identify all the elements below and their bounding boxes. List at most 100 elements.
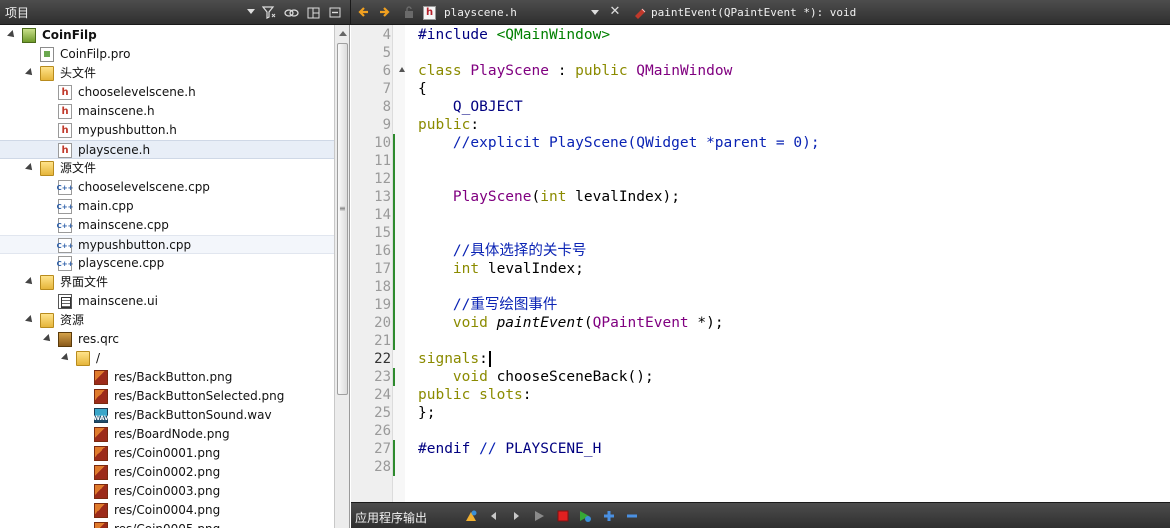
code-line[interactable]: 8 Q_OBJECT	[351, 98, 1170, 116]
tree-item[interactable]: C++ chooselevelscene.cpp	[0, 178, 334, 197]
tree-item[interactable]: 源文件	[0, 159, 334, 178]
code-line[interactable]: 26	[351, 422, 1170, 440]
expand-arrow-icon[interactable]	[7, 30, 17, 40]
code-text: public slots:	[418, 387, 532, 403]
tree-item[interactable]: res/Coin0005.png	[0, 520, 334, 528]
expand-arrow-icon[interactable]	[25, 163, 35, 173]
attach-debugger-icon[interactable]	[464, 509, 478, 523]
project-view-selector[interactable]: 项目	[3, 3, 257, 22]
close-document-icon[interactable]: ✕	[608, 5, 622, 19]
change-marker	[393, 188, 395, 206]
line-number: 25	[374, 405, 391, 421]
split-view-icon[interactable]	[304, 4, 322, 21]
tree-item[interactable]: C++ playscene.cpp	[0, 254, 334, 273]
line-number: 17	[374, 261, 391, 277]
code-editor[interactable]: 4 #include <QMainWindow> 5 6 class PlayScene…	[351, 25, 1170, 502]
tree-item[interactable]: C++ main.cpp	[0, 197, 334, 216]
tree-item[interactable]: CoinFilp.pro	[0, 45, 334, 64]
line-number: 16	[374, 243, 391, 259]
expand-arrow-icon[interactable]	[61, 353, 71, 363]
tree-item[interactable]: res/BackButtonSelected.png	[0, 387, 334, 406]
link-sync-icon[interactable]	[282, 4, 300, 21]
expand-arrow-icon[interactable]	[25, 68, 35, 78]
tree-item[interactable]: 头文件	[0, 64, 334, 83]
filter-icon[interactable]	[260, 4, 278, 21]
change-marker	[393, 458, 395, 476]
fold-arrow-icon[interactable]	[399, 67, 405, 72]
forward-arrow-icon[interactable]	[378, 5, 392, 19]
code-line[interactable]: 21	[351, 332, 1170, 350]
tree-item[interactable]: /	[0, 349, 334, 368]
code-line[interactable]: 27 #endif // PLAYSCENE_H	[351, 440, 1170, 458]
tree-item[interactable]: h chooselevelscene.h	[0, 83, 334, 102]
code-line[interactable]: 24 public slots:	[351, 386, 1170, 404]
code-line[interactable]: 7{	[351, 80, 1170, 98]
back-arrow-icon[interactable]	[356, 5, 370, 19]
code-line[interactable]: 16 //具体选择的关卡号	[351, 242, 1170, 260]
expand-arrow-icon[interactable]	[25, 277, 35, 287]
code-text: #include <QMainWindow>	[418, 27, 611, 43]
code-line[interactable]: 25};	[351, 404, 1170, 422]
tree-item[interactable]: res/Coin0003.png	[0, 482, 334, 501]
expand-arrow-icon[interactable]	[43, 334, 53, 344]
code-line[interactable]: 11	[351, 152, 1170, 170]
cpp-file-icon: C++	[57, 256, 73, 271]
tree-item[interactable]: res.qrc	[0, 330, 334, 349]
lock-icon[interactable]	[402, 5, 416, 19]
code-line[interactable]: 14	[351, 206, 1170, 224]
project-view-label: 项目	[5, 6, 30, 20]
code-line[interactable]: 6 class PlayScene : public QMainWindow	[351, 62, 1170, 80]
run-icon[interactable]	[532, 509, 546, 523]
scrollbar-thumb[interactable]	[337, 43, 348, 395]
tree-item[interactable]: mainscene.ui	[0, 292, 334, 311]
png-file-icon	[94, 389, 108, 404]
tree-item[interactable]: h mainscene.h	[0, 102, 334, 121]
tree-item[interactable]: res/Coin0004.png	[0, 501, 334, 520]
chevron-down-icon	[247, 9, 255, 14]
code-line[interactable]: 23 void chooseSceneBack();	[351, 368, 1170, 386]
tree-scrollbar[interactable]: ≡	[334, 25, 350, 528]
expand-arrow-icon[interactable]	[25, 315, 35, 325]
tree-item[interactable]: CoinFilp	[0, 26, 334, 45]
scroll-up-icon[interactable]	[339, 31, 347, 36]
code-line[interactable]: 5	[351, 44, 1170, 62]
tree-item[interactable]: WAV res/BackButtonSound.wav	[0, 406, 334, 425]
code-line[interactable]: 18	[351, 278, 1170, 296]
project-tree[interactable]: CoinFilp CoinFilp.pro 头文件 h chooselevelscene…	[0, 25, 334, 528]
tree-item[interactable]: res/BoardNode.png	[0, 425, 334, 444]
close-pane-icon[interactable]	[326, 4, 344, 21]
code-line[interactable]: 19 //重写绘图事件	[351, 296, 1170, 314]
code-line[interactable]: 4 #include <QMainWindow>	[351, 26, 1170, 44]
change-marker	[393, 170, 395, 188]
code-line[interactable]: 12	[351, 170, 1170, 188]
code-line[interactable]: 28	[351, 458, 1170, 476]
tree-item[interactable]: h mypushbutton.h	[0, 121, 334, 140]
code-line[interactable]: 13 PlayScene(int levalIndex);	[351, 188, 1170, 206]
run-target-icon[interactable]	[578, 509, 592, 523]
code-line[interactable]: 9 public:	[351, 116, 1170, 134]
open-file-selector[interactable]: h playscene.h	[423, 3, 603, 22]
zoom-out-icon[interactable]	[625, 509, 639, 523]
symbol-selector[interactable]: paintEvent(QPaintEvent *): void	[633, 3, 856, 22]
stop-icon[interactable]	[556, 509, 570, 523]
tree-item[interactable]: C++ mypushbutton.cpp	[0, 235, 334, 254]
next-item-icon[interactable]	[509, 509, 523, 523]
tree-item-label: playscene.h	[78, 143, 151, 157]
tree-item[interactable]: 界面文件	[0, 273, 334, 292]
code-line[interactable]: 17 int levalIndex;	[351, 260, 1170, 278]
zoom-in-icon[interactable]	[602, 509, 616, 523]
code-line[interactable]: 10 //explicit PlayScene(QWidget *parent …	[351, 134, 1170, 152]
tree-item[interactable]: C++ mainscene.cpp	[0, 216, 334, 235]
chevron-down-icon	[591, 10, 599, 15]
tree-item[interactable]: res/Coin0001.png	[0, 444, 334, 463]
tree-item[interactable]: h playscene.h	[0, 140, 334, 159]
code-line[interactable]: 20 void paintEvent(QPaintEvent *);	[351, 314, 1170, 332]
tree-item[interactable]: 资源	[0, 311, 334, 330]
tree-item[interactable]: res/Coin0002.png	[0, 463, 334, 482]
line-number: 7	[382, 81, 391, 97]
tree-item[interactable]: res/BackButton.png	[0, 368, 334, 387]
previous-item-icon[interactable]	[487, 509, 501, 523]
code-line[interactable]: 22 signals:	[351, 350, 1170, 368]
qrc-file-icon	[58, 332, 72, 347]
code-line[interactable]: 15	[351, 224, 1170, 242]
